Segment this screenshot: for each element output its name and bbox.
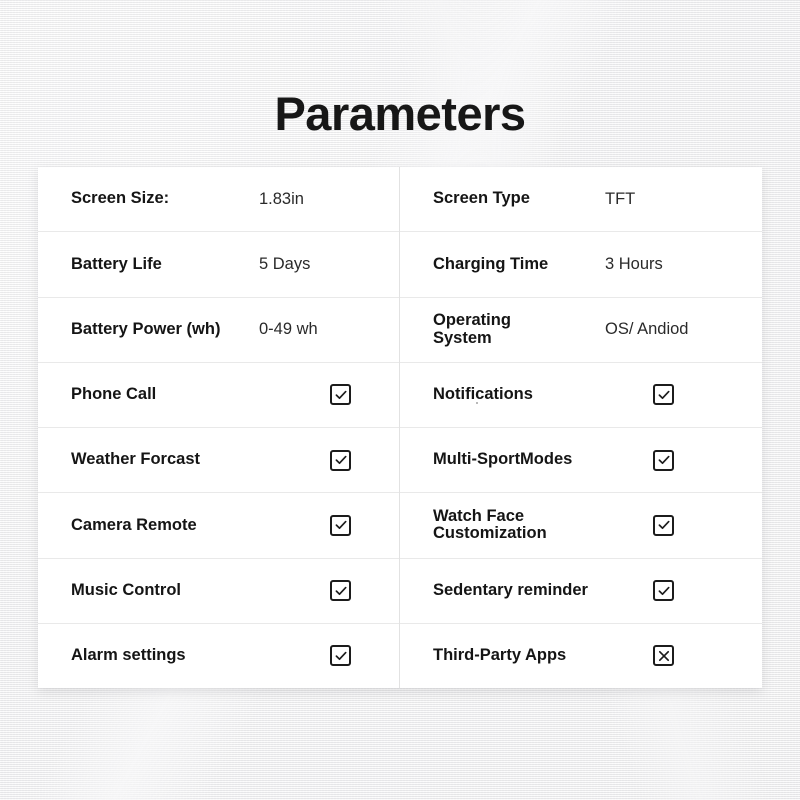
row-label-weather-forcast: Weather Forcast (71, 450, 200, 469)
row-label-charging-time: Charging Time (433, 254, 549, 273)
table-row: Notifications (400, 363, 762, 428)
table-row: Battery Power (wh) 0-49 wh (38, 298, 399, 363)
page-title: Parameters (274, 87, 526, 140)
checkbox-cross-icon-third-party-apps[interactable] (653, 645, 674, 667)
row-label-screen-type: Screen Type (433, 189, 530, 208)
table-row: Sedentary reminder (400, 559, 762, 624)
row-label-multi-sportmodes: Multi-SportModes (433, 450, 573, 469)
table-right-column: Screen Type TFT Charging Time 3 Hours Operat… (400, 167, 762, 688)
row-value-screen-size: 1.83in (259, 189, 304, 208)
row-label-phone-call: Phone Call (71, 385, 157, 404)
table-row: Alarm settings (38, 624, 399, 688)
checkbox-checked-icon-notifications[interactable] (653, 384, 674, 406)
row-value-operating-system: OS/ Andiod (605, 320, 689, 339)
row-value-charging-time: 3 Hours (605, 254, 663, 273)
row-label-third-party-apps: Third-Party Apps (433, 646, 567, 665)
row-label-alarm-settings: Alarm settings (71, 646, 186, 665)
checkbox-checked-icon-phone-call[interactable] (330, 384, 351, 406)
row-value-battery-power-wh: 0-49 wh (259, 320, 318, 339)
table-row: Third-Party Apps (400, 624, 762, 688)
row-value-battery-life: 5 Days (259, 254, 311, 273)
checkbox-checked-icon-watch-face-customization[interactable] (653, 514, 674, 536)
table-row: Screen Size: 1.83in (38, 167, 399, 233)
checkbox-checked-icon-sedentary-reminder[interactable] (653, 580, 674, 602)
table-row: Phone Call (38, 363, 399, 428)
row-value-screen-type: TFT (605, 189, 636, 208)
row-label-watch-face-customization: Watch Face Customization (433, 506, 547, 543)
checkbox-checked-icon-camera-remote[interactable] (330, 514, 351, 536)
table-row: Multi-SportModes (400, 428, 762, 494)
checkbox-checked-icon-alarm-settings[interactable] (330, 645, 351, 667)
parameters-table: Screen Size: 1.83in Battery Life 5 Days Batt… (38, 167, 762, 688)
table-row: Camera Remote (38, 493, 399, 559)
row-label-notifications: Notifications (433, 385, 533, 404)
row-label-screen-size: Screen Size: (71, 189, 170, 208)
row-label-operating-system: Operating System (433, 311, 511, 347)
table-left-column: Screen Size: 1.83in Battery Life 5 Days Batt… (38, 167, 400, 688)
row-label-music-control: Music Control (71, 580, 181, 599)
table-row: Operating System OS/ Andiod (400, 298, 762, 363)
checkbox-checked-icon-music-control[interactable] (330, 580, 351, 602)
row-label-camera-remote: Camera Remote (71, 515, 197, 534)
row-label-battery-life: Battery Life (71, 254, 162, 273)
row-label-sedentary-reminder: Sedentary reminder (433, 580, 588, 599)
checkbox-checked-icon-weather-forcast[interactable] (330, 449, 351, 471)
checkbox-checked-icon-multi-sportmodes[interactable] (653, 449, 674, 471)
table-row: Screen Type TFT (400, 167, 762, 233)
row-label-battery-power-wh: Battery Power (wh) (71, 319, 221, 338)
table-row: Watch Face Customization (400, 493, 762, 559)
table-row: Weather Forcast (38, 428, 399, 494)
table-row: Music Control (38, 559, 399, 624)
table-row: Battery Life 5 Days (38, 232, 399, 298)
table-row: Charging Time 3 Hours (400, 232, 762, 298)
artifact-speck (476, 402, 478, 404)
